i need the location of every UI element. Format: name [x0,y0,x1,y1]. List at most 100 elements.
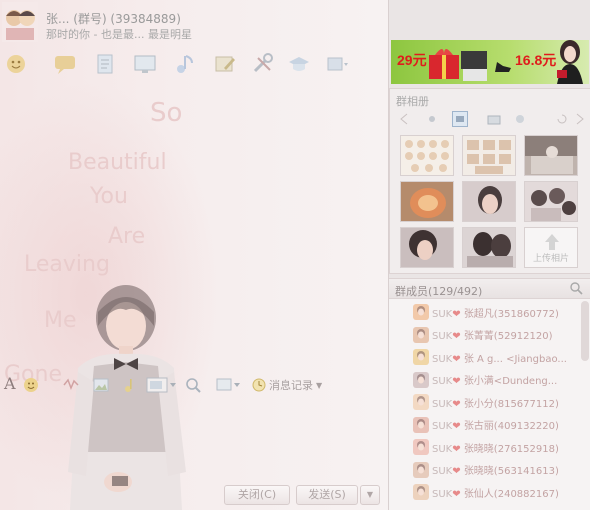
hat-icon[interactable] [286,52,312,76]
album-photo[interactable] [462,181,516,222]
forward-icon[interactable] [572,111,588,127]
member-item[interactable]: SUK❤ 张仙人(240882167) [389,481,579,503]
edit-icon[interactable] [212,52,238,76]
member-label: SUK❤ 张古丽(409132220) [432,417,559,432]
member-tag: SUK [432,308,453,320]
grid-view-icon[interactable] [452,111,468,127]
member-tag: SUK [432,466,453,477]
screen-icon[interactable] [132,52,158,76]
group-name: 张... (群号) (39384889) [46,12,181,26]
member-name: 张菁菁(52912120) [463,331,553,342]
font-icon[interactable]: A [4,374,16,393]
album-photo[interactable] [462,135,516,176]
main-toolbar [0,48,388,82]
member-avatar [413,394,429,410]
wallpaper-word: Leaving [24,252,110,277]
member-avatar [413,461,429,478]
album-title: 群相册 [396,95,429,108]
group-signature: 那时的你 - 也是最... 最是明星 [46,28,192,41]
send-button[interactable]: 发送(S) [296,485,358,505]
member-avatar [413,416,429,433]
album-photo[interactable] [400,181,454,222]
wallpaper-word: Are [108,224,146,249]
heart-icon: ❤ [452,466,461,477]
shake-icon[interactable] [62,376,80,394]
album-photo[interactable] [524,135,578,176]
upload-photo-button[interactable]: 上传相片 [524,227,578,268]
group-members: 群成员(129/492) SUK❤ 张超凡(351860772) SUK❤ 张菁菁… [389,278,590,510]
member-label: SUK❤ 张仙人(240882167) [432,485,559,500]
member-item[interactable]: SUK❤ 张古丽(409132220) [389,414,579,436]
chat-area: So Beautiful You Are Leaving Me Gone 张..… [0,0,388,510]
member-name: 张超凡(351860772) [463,308,559,320]
image-icon[interactable] [92,376,110,394]
right-panel: 29元 16.8元 群相册 上传相片 群成员(129/492) SUK❤ 张超凡… [388,0,590,510]
message-history-button[interactable]: 消息记录 ▼ [252,377,322,393]
search-icon[interactable] [184,376,202,394]
member-avatar [413,326,429,343]
folder-icon[interactable] [486,111,502,127]
member-label: SUK❤ 张 A g... <Jiangbao... [432,350,567,365]
send-options-button[interactable]: ▼ [360,485,380,505]
member-name: 张仙人(240882167) [463,488,559,500]
member-list-scrollbar[interactable] [581,301,589,361]
member-avatar [413,304,429,320]
group-avatar[interactable] [2,2,38,42]
back-icon[interactable] [396,111,412,127]
upload-photo-label: 上传相片 [532,254,569,264]
member-label: SUK❤ 张超凡(351860772) [432,305,559,320]
member-item[interactable]: SUK❤ 张晓晓(276152918) [389,436,579,458]
emoticon-icon[interactable] [4,52,30,76]
album-photo[interactable] [400,135,454,176]
layout-icon[interactable] [216,376,242,394]
heart-icon: ❤ [452,488,461,500]
ad-banner[interactable]: 29元 16.8元 [391,40,589,84]
member-label: SUK❤ 张菁菁(52912120) [432,327,553,342]
member-name: 张晓晓(563141613) [463,466,559,477]
settings-icon[interactable] [512,111,528,127]
more-icon[interactable] [324,52,350,76]
member-name: 张小满<Dundeng... [463,376,558,387]
member-item[interactable]: SUK❤ 张小满<Dundeng... [389,369,579,391]
member-item[interactable]: SUK❤ 张超凡(351860772) [389,301,579,323]
member-label: SUK❤ 张小满<Dundeng... [432,372,557,387]
close-button[interactable]: 关闭(C) [224,485,290,505]
wallpaper-word: So [150,98,183,128]
member-item[interactable]: SUK❤ 张菁菁(52912120) [389,324,579,346]
members-title: 群成员(129/492) [395,285,483,298]
album-photo[interactable] [400,227,454,268]
emoticon-icon[interactable] [22,376,40,394]
member-tag: SUK [432,353,453,365]
member-label: SUK❤ 张晓晓(563141613) [432,462,559,477]
member-tag: SUK [432,488,453,500]
search-icon[interactable] [569,281,583,295]
music-note-icon[interactable] [122,376,140,394]
member-name: 张 A g... <Jiangbao... [463,353,567,365]
heart-icon: ❤ [452,353,461,365]
member-tag: SUK [432,443,453,455]
dot-icon[interactable] [424,111,440,127]
ad-price-left: 29元 [397,52,427,68]
clock-icon [252,378,266,392]
member-tag: SUK [432,376,453,387]
member-item[interactable]: SUK❤ 张小分(815677112) [389,391,579,413]
member-label: SUK❤ 张晓晓(276152918) [432,440,559,455]
wallpaper-word: Beautiful [68,150,167,175]
title-bar: 张... (群号) (39384889) 那时的你 - 也是最... 最是明星 [0,0,388,44]
tools-icon[interactable] [250,52,276,76]
member-item[interactable]: SUK❤ 张 A g... <Jiangbao... [389,346,579,368]
album-photo[interactable] [462,227,516,268]
heart-icon: ❤ [452,443,461,455]
member-avatar [413,349,429,365]
heart-icon: ❤ [452,376,461,387]
members-header: 群成员(129/492) [389,279,590,299]
refresh-icon[interactable] [554,111,570,127]
document-icon[interactable] [92,52,118,76]
member-item[interactable]: SUK❤ 张晓晓(563141613) [389,459,579,481]
album-photo[interactable] [524,181,578,222]
model-image [557,40,583,84]
music-icon[interactable] [172,52,198,76]
chat-bubble-icon[interactable] [52,52,78,76]
chevron-down-icon: ▼ [316,380,323,390]
screenshot-dropdown[interactable] [146,376,178,394]
